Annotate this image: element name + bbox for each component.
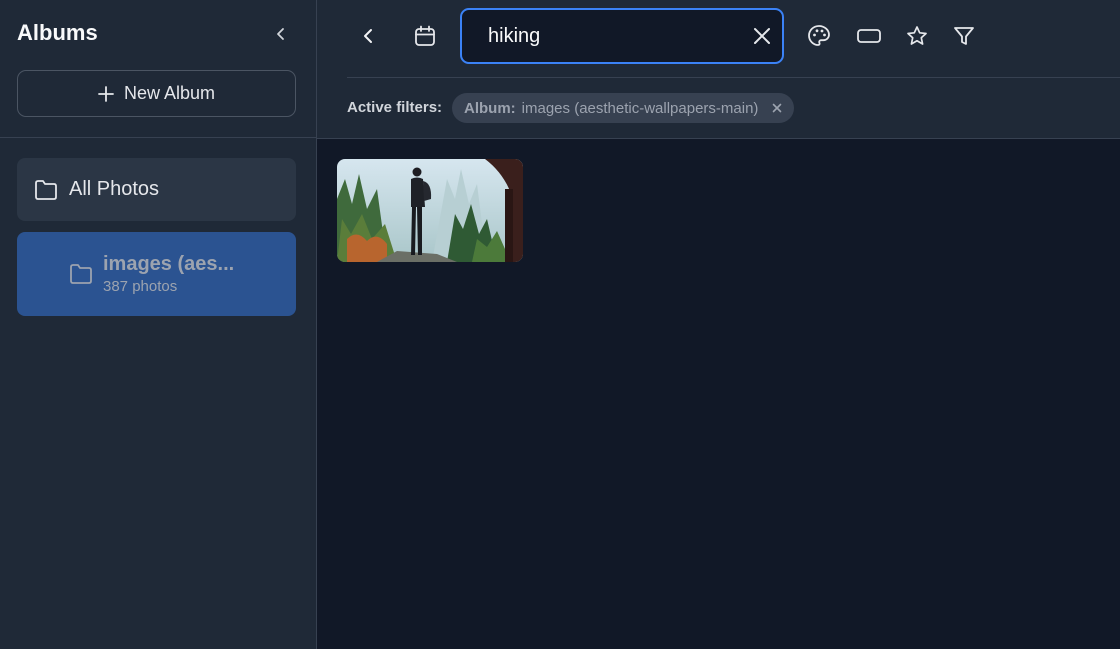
photo-thumbnail[interactable] — [337, 159, 523, 262]
album-label: images (aes... — [103, 253, 235, 275]
album-filter-chip: Album: images (aesthetic-wallpapers-main… — [452, 93, 795, 123]
aspect-ratio-button[interactable] — [851, 20, 887, 52]
album-images-aesthetic[interactable]: images (aes... 387 photos — [17, 232, 296, 316]
plus-icon — [98, 85, 114, 102]
filter-button[interactable] — [946, 20, 982, 52]
filter-chip-value: images (aesthetic-wallpapers-main) — [521, 99, 759, 117]
favorites-button[interactable] — [899, 20, 935, 52]
folder-icon — [70, 264, 92, 284]
remove-filter-button[interactable] — [772, 103, 782, 113]
active-filters-label: Active filters: — [347, 99, 443, 116]
main-area: Active filters: Album: images (aesthetic… — [317, 0, 1120, 649]
album-text: images (aes... 387 photos — [103, 253, 234, 295]
folder-icon — [35, 179, 57, 200]
sidebar-header: Albums New Album — [0, 0, 316, 138]
hiker-forest-image — [337, 159, 523, 262]
chevron-left-icon — [277, 28, 284, 40]
new-album-label: New Album — [123, 83, 216, 103]
aspect-ratio-icon — [857, 29, 881, 43]
date-filter-button[interactable] — [407, 20, 443, 52]
album-photo-count: 387 photos — [103, 278, 178, 295]
filter-chip-key: Album: — [464, 99, 516, 117]
toolbar-divider — [347, 77, 1120, 78]
albums-sidebar: Albums New Album All Photos images (aes.… — [0, 0, 317, 649]
toolbar: Active filters: Album: images (aesthetic… — [317, 0, 1120, 139]
search-input[interactable] — [488, 24, 753, 48]
star-icon — [907, 26, 927, 45]
close-icon — [773, 103, 782, 113]
clear-search-button[interactable] — [753, 24, 771, 48]
collapse-sidebar-button[interactable] — [268, 21, 294, 47]
calendar-icon — [415, 25, 435, 46]
back-icon — [364, 29, 372, 43]
palette-icon — [808, 25, 830, 46]
album-all-photos[interactable]: All Photos — [17, 158, 296, 221]
close-icon — [754, 28, 770, 44]
search-box — [460, 8, 784, 64]
new-album-button[interactable]: New Album — [17, 70, 296, 117]
color-filter-button[interactable] — [801, 20, 837, 52]
filter-icon — [954, 27, 974, 45]
back-button[interactable] — [350, 20, 386, 52]
album-label: All Photos — [69, 178, 160, 200]
sidebar-title: Albums — [17, 20, 98, 45]
